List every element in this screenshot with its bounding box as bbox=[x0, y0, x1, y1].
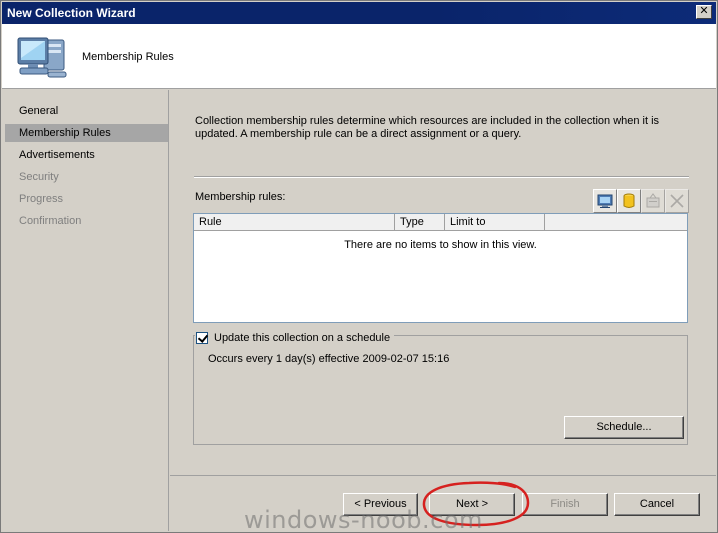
wizard-header: Membership Rules bbox=[2, 24, 716, 89]
divider bbox=[194, 176, 689, 178]
finish-button: Finish bbox=[522, 493, 608, 516]
schedule-summary: Occurs every 1 day(s) effective 2009-02-… bbox=[208, 353, 450, 365]
main-panel: Collection membership rules determine wh… bbox=[170, 90, 716, 475]
new-direct-rule-icon bbox=[597, 194, 613, 208]
watermark: windows-noob.com bbox=[244, 506, 483, 533]
column-header-limit-to[interactable]: Limit to bbox=[445, 214, 545, 231]
schedule-checkbox-row[interactable]: Update this collection on a schedule bbox=[195, 332, 395, 344]
sidebar-item-confirmation: Confirmation bbox=[19, 215, 82, 227]
schedule-button[interactable]: Schedule... bbox=[564, 416, 684, 439]
wizard-step-list: General Membership Rules Advertisements … bbox=[5, 90, 169, 531]
column-header-type[interactable]: Type bbox=[395, 214, 445, 231]
cancel-button[interactable]: Cancel bbox=[614, 493, 700, 516]
window-title: New Collection Wizard bbox=[7, 6, 136, 20]
new-query-rule-button[interactable] bbox=[617, 189, 641, 213]
empty-list-message: There are no items to show in this view. bbox=[344, 239, 537, 251]
close-button[interactable]: ✕ bbox=[696, 5, 712, 19]
properties-button[interactable] bbox=[641, 189, 665, 213]
sidebar-item-advertisements[interactable]: Advertisements bbox=[5, 146, 168, 164]
membership-rules-label: Membership rules: bbox=[195, 191, 286, 203]
schedule-checkbox[interactable] bbox=[196, 332, 208, 344]
wizard-window: New Collection Wizard ✕ Membership Rules… bbox=[0, 0, 718, 533]
sidebar-item-progress: Progress bbox=[19, 193, 64, 205]
sidebar-item-general[interactable]: General bbox=[5, 102, 168, 120]
sidebar-item-membership-rules[interactable]: Membership Rules bbox=[5, 124, 168, 142]
title-bar: New Collection Wizard ✕ bbox=[2, 2, 716, 24]
properties-icon bbox=[646, 193, 660, 208]
list-header: Rule Type Limit to bbox=[194, 214, 687, 231]
schedule-checkbox-label[interactable]: Update this collection on a schedule bbox=[214, 332, 390, 344]
schedule-group: Update this collection on a schedule Occ… bbox=[193, 332, 688, 445]
delete-icon bbox=[670, 194, 684, 208]
new-direct-rule-button[interactable] bbox=[593, 189, 617, 213]
membership-rules-list[interactable]: Rule Type Limit to There are no items to… bbox=[193, 213, 688, 323]
sidebar-item-security: Security bbox=[19, 171, 59, 183]
page-title: Membership Rules bbox=[82, 51, 174, 63]
description-text: Collection membership rules determine wh… bbox=[195, 115, 660, 140]
rules-toolbar bbox=[593, 189, 689, 213]
computer-monitor-icon bbox=[17, 37, 67, 78]
close-icon: ✕ bbox=[699, 5, 709, 17]
column-header-rule[interactable]: Rule bbox=[194, 214, 395, 231]
new-query-rule-icon bbox=[623, 193, 635, 208]
delete-button[interactable] bbox=[665, 189, 689, 213]
